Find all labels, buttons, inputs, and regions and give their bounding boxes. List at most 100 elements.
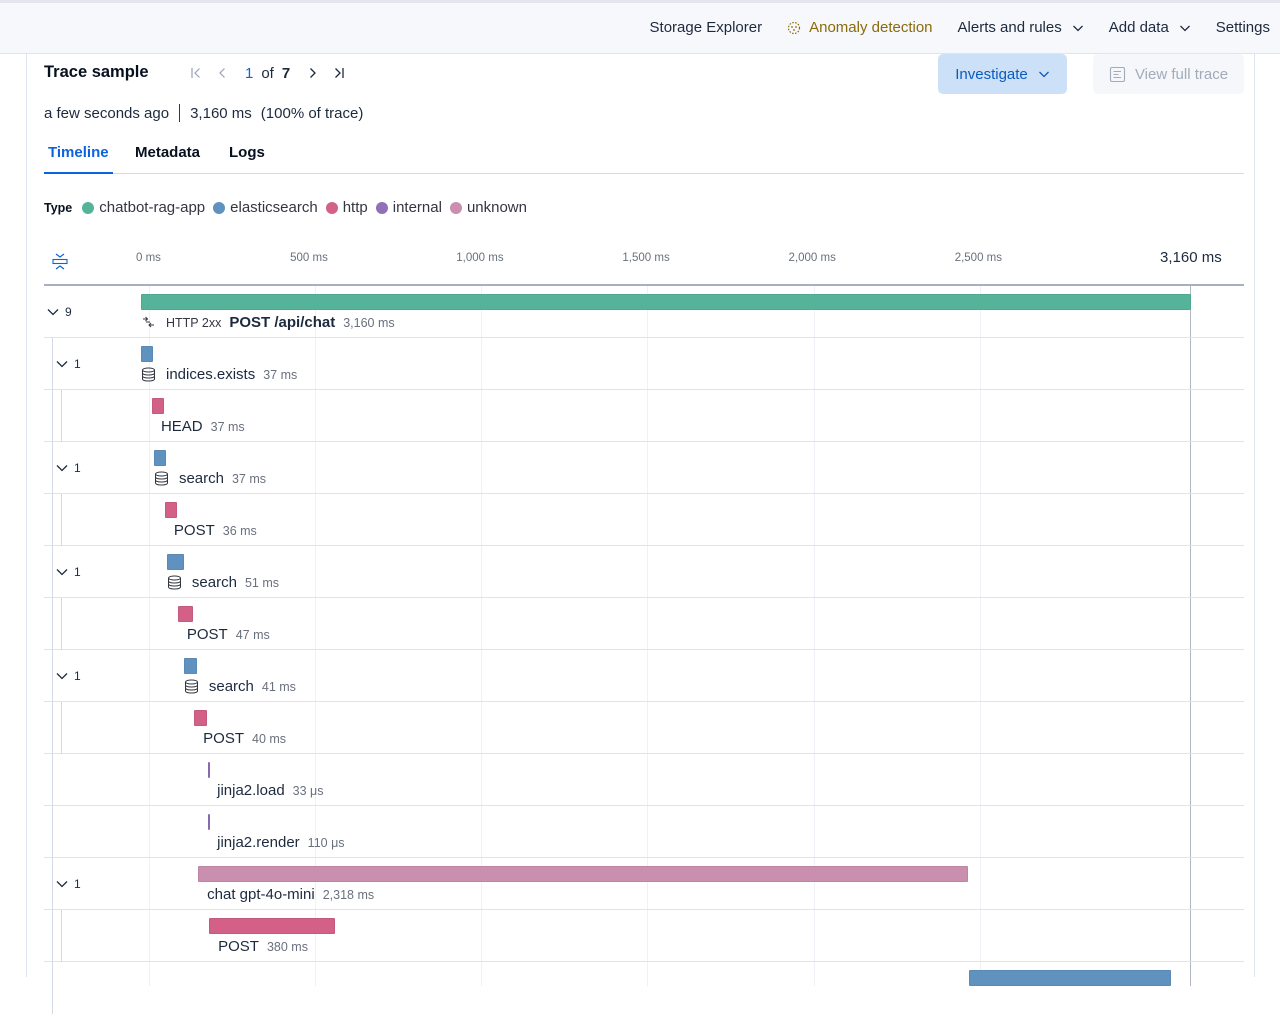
trace-timeline: 0 ms 500 ms 1,000 ms 1,500 ms 2,000 ms 2,500 … (27, 54, 1256, 1014)
axis-tick-label: 1,000 ms (456, 252, 504, 264)
expand-toggle[interactable]: 1 (56, 877, 81, 891)
span-bar-http[interactable] (177, 606, 194, 622)
span-bar-elasticsearch[interactable] (141, 346, 154, 362)
span-name: POST (186, 626, 228, 643)
span-label: POST 40 ms (203, 730, 286, 747)
trace-sample-panel: Trace sample 1 of 7 Investigate View ful… (26, 54, 1256, 1014)
span-bar-internal[interactable] (208, 762, 211, 778)
span-row[interactable]: POST 47 ms (44, 598, 1244, 650)
span-name: indices.exists (166, 366, 256, 383)
span-row[interactable]: POST 380 ms (44, 910, 1244, 962)
span-duration: 2,318 ms (322, 887, 375, 902)
span-duration: 380 ms (266, 939, 308, 954)
chevron-down-icon (56, 569, 68, 576)
collapse-all-icon[interactable] (51, 252, 69, 272)
span-bar-elasticsearch[interactable] (969, 970, 1172, 986)
span-name: POST (173, 522, 215, 539)
span-row[interactable]: POST 36 ms (44, 494, 1244, 546)
top-header-bar: Storage Explorer Anomaly detection Alert… (0, 0, 1280, 54)
span-row[interactable]: 1 search 37 ms (44, 442, 1244, 494)
span-bar-internal[interactable] (208, 814, 211, 830)
span-bar-http[interactable] (194, 710, 208, 726)
span-label: search 41 ms (184, 678, 296, 695)
tree-guide-line (61, 390, 62, 442)
tree-guide-line (52, 390, 53, 442)
tree-guide-line (52, 806, 53, 858)
span-row[interactable]: jinja2.load 33 μs (44, 754, 1244, 806)
span-name: chat gpt-4o-mini (207, 886, 315, 903)
axis-tick-label: 0 ms (136, 252, 161, 264)
chevron-down-icon (56, 465, 68, 472)
tree-guide-line (61, 910, 62, 962)
span-bar-elasticsearch[interactable] (166, 554, 184, 570)
span-row[interactable]: HEAD 37 ms (44, 390, 1244, 442)
chevron-down-icon (56, 673, 68, 680)
span-label: indices.exists 37 ms (141, 366, 297, 383)
span-label: search 37 ms (154, 470, 266, 487)
span-duration: 37 ms (263, 367, 298, 382)
nav-anomaly-detection[interactable]: Anomaly detection (787, 19, 933, 36)
span-duration: 41 ms (261, 679, 296, 694)
span-row[interactable]: 1 search 41 ms (44, 650, 1244, 702)
axis-end-label: 3,160 ms (1160, 249, 1222, 266)
tree-guide-line (52, 494, 53, 546)
span-label: chat gpt-4o-mini 2,318 ms (207, 886, 374, 903)
expand-toggle[interactable]: 9 (47, 305, 72, 319)
span-duration: 36 ms (222, 523, 257, 538)
axis-tick-label: 500 ms (290, 252, 328, 264)
nav-add-data[interactable]: Add data (1109, 19, 1191, 36)
children-count: 1 (74, 461, 81, 475)
anomaly-icon (788, 21, 801, 34)
span-name: jinja2.load (217, 782, 285, 799)
children-count: 1 (74, 669, 81, 683)
span-bar-chatbot-rag-app[interactable] (141, 294, 1191, 310)
span-duration: 110 μs (307, 835, 345, 850)
span-row[interactable]: 1 indices.exists 37 ms (44, 338, 1244, 390)
expand-toggle[interactable]: 1 (56, 565, 81, 579)
span-name: search (178, 470, 224, 487)
nav-label: Alerts and rules (957, 19, 1062, 36)
span-bar-elasticsearch[interactable] (153, 450, 167, 466)
span-label: POST 380 ms (218, 938, 308, 955)
span-row[interactable]: jinja2.render 110 μs (44, 806, 1244, 858)
span-name: HEAD (160, 418, 203, 435)
tree-guide-line (61, 702, 62, 754)
span-duration: 33 μs (292, 783, 324, 798)
tree-guide-line (52, 442, 53, 494)
nav-settings[interactable]: Settings (1216, 19, 1270, 36)
children-count: 9 (65, 305, 72, 319)
expand-toggle[interactable]: 1 (56, 461, 81, 475)
span-duration: 37 ms (231, 471, 267, 486)
span-bar-unknown[interactable] (198, 866, 969, 882)
span-duration: 51 ms (244, 575, 279, 590)
span-bar-http[interactable] (164, 502, 177, 518)
span-row[interactable]: POST 40 ms (44, 702, 1244, 754)
expand-toggle[interactable]: 1 (56, 669, 81, 683)
nav-storage-explorer[interactable]: Storage Explorer (650, 19, 763, 36)
span-label: POST 47 ms (187, 626, 270, 643)
nav-alerts-and-rules[interactable]: Alerts and rules (958, 19, 1084, 36)
span-status: HTTP 2xx (166, 315, 222, 330)
span-row[interactable]: 1 chat gpt-4o-mini 2,318 ms (44, 858, 1244, 910)
nav-label: Add data (1108, 19, 1169, 36)
span-name: POST /api/chat (229, 314, 336, 331)
span-row[interactable]: 1 search 51 ms (44, 546, 1244, 598)
chevron-down-icon (1072, 25, 1083, 31)
tree-guide-line (52, 546, 53, 598)
span-label: jinja2.load 33 μs (217, 782, 323, 799)
expand-toggle[interactable]: 1 (56, 357, 81, 371)
database-icon (154, 471, 168, 486)
span-bar-elasticsearch[interactable] (183, 658, 198, 674)
span-name: jinja2.render (217, 834, 300, 851)
children-count: 1 (74, 357, 81, 371)
span-bar-http[interactable] (209, 918, 336, 934)
axis-tick-label: 2,000 ms (788, 252, 836, 264)
axis-tick-label: 1,500 ms (622, 252, 670, 264)
span-row[interactable] (44, 962, 1244, 1014)
tree-guide-line (61, 598, 62, 650)
tree-guide-line (52, 650, 53, 702)
children-count: 1 (74, 565, 81, 579)
span-bar-http[interactable] (151, 398, 165, 414)
span-row[interactable]: 9 HTTP 2xx POST /api/chat 3,160 ms (44, 286, 1244, 338)
span-name: search (191, 574, 237, 591)
